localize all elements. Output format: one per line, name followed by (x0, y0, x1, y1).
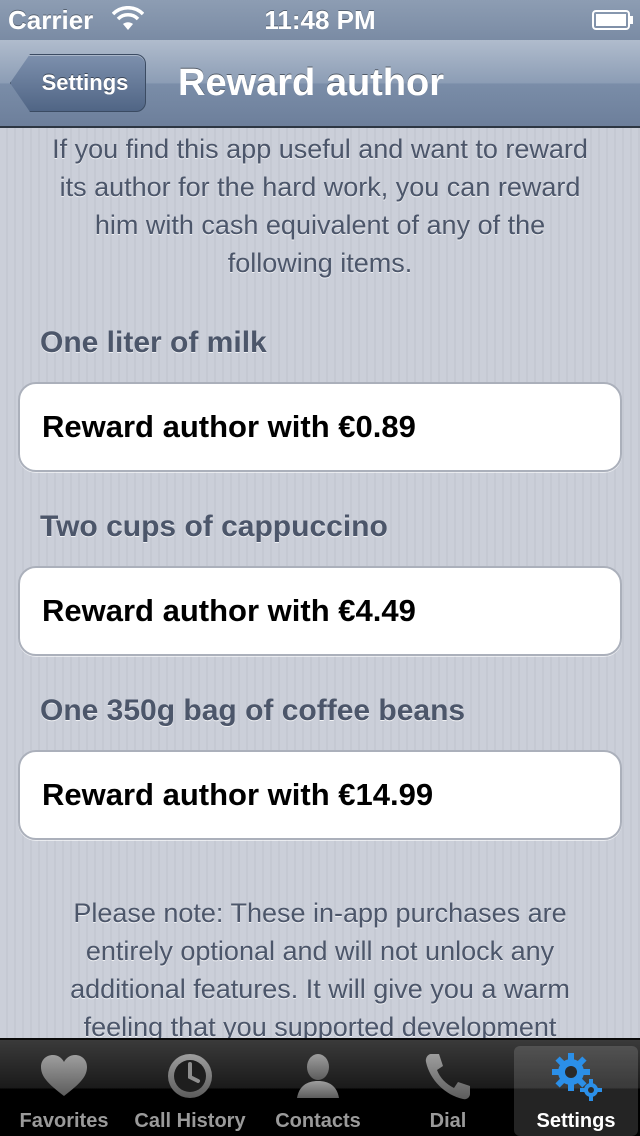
page-title: Reward author (178, 61, 445, 104)
tab-label-dial: Dial (429, 1110, 467, 1132)
back-button[interactable]: Settings (10, 54, 146, 112)
note-text: Please note: These in-app purchases are … (70, 898, 570, 1040)
tab-bar: Favorites Call History Contacts Dial Set… (0, 1038, 640, 1136)
reward-button-cappuccino[interactable]: Reward author with €4.49 (18, 566, 622, 656)
tab-favorites[interactable]: Favorites (2, 1040, 126, 1136)
status-bar: Carrier 11:48 PM (0, 0, 640, 40)
tab-label-call-history: Call History (134, 1110, 246, 1132)
section-header-coffee-beans: One 350g bag of coffee beans (40, 694, 466, 727)
tab-call-history[interactable]: Call History (128, 1040, 252, 1136)
tab-contacts[interactable]: Contacts (256, 1040, 380, 1136)
person-icon (297, 1054, 339, 1098)
navigation-bar: Settings Reward author (0, 40, 640, 128)
tab-dial[interactable]: Dial (386, 1040, 510, 1136)
status-time: 11:48 PM (264, 5, 376, 35)
phone-icon (425, 1054, 470, 1100)
section-header-milk: One liter of milk (40, 326, 267, 359)
clock-icon (168, 1054, 212, 1098)
gears-icon (552, 1053, 602, 1101)
heart-icon (41, 1055, 87, 1096)
tab-label-settings: Settings (536, 1110, 616, 1132)
tab-label-contacts: Contacts (275, 1110, 361, 1132)
battery-icon (592, 10, 633, 30)
reward-button-coffee-beans[interactable]: Reward author with €14.99 (18, 750, 622, 840)
tab-label-favorites: Favorites (19, 1110, 109, 1132)
intro-text: If you find this app useful and want to … (52, 134, 588, 278)
tab-settings[interactable]: Settings (514, 1046, 638, 1136)
section-header-cappuccino: Two cups of cappuccino (40, 510, 388, 543)
reward-button-milk[interactable]: Reward author with €0.89 (18, 382, 622, 472)
content-scroll-area[interactable]: If you find this app useful and want to … (0, 130, 640, 1040)
